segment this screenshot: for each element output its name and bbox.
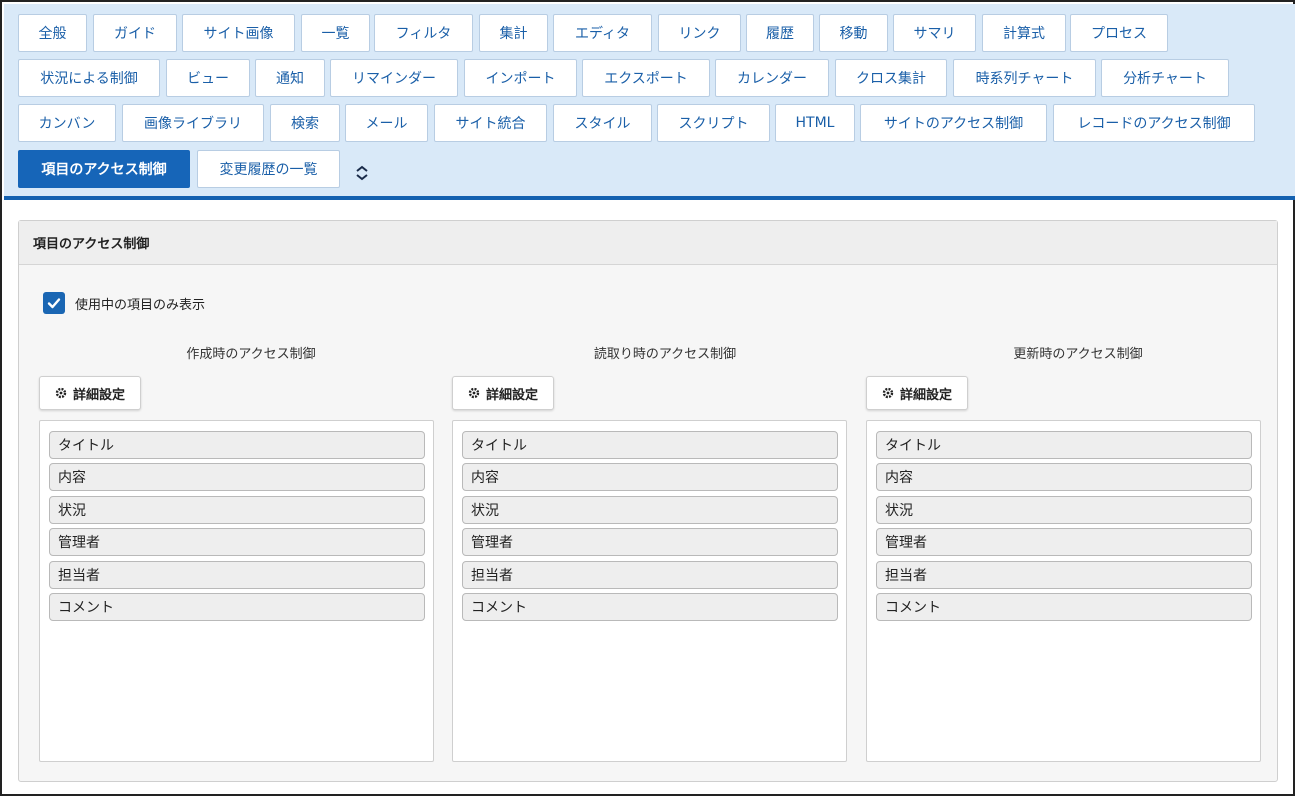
tab-analysis-chart[interactable]: 分析チャート	[1101, 59, 1229, 97]
tab-view[interactable]: ビュー	[166, 59, 250, 97]
tab-image-library[interactable]: 画像ライブラリ	[122, 104, 264, 142]
gear-icon	[55, 387, 67, 399]
list-item[interactable]: コメント	[49, 593, 425, 621]
tab-process[interactable]: プロセス	[1070, 14, 1168, 52]
tab-html[interactable]: HTML	[775, 104, 855, 142]
update-access-list: タイトル 内容 状況 管理者 担当者 コメント	[866, 420, 1261, 762]
tab-link[interactable]: リンク	[658, 14, 741, 52]
tab-record-access-control[interactable]: レコードのアクセス制御	[1053, 104, 1255, 142]
detail-settings-label: 詳細設定	[899, 387, 952, 403]
create-access-title: 作成時のアクセス制御	[186, 347, 316, 362]
list-item[interactable]: タイトル	[462, 431, 838, 459]
tab-style[interactable]: スタイル	[553, 104, 652, 142]
read-access-list: タイトル 内容 状況 管理者 担当者 コメント	[452, 420, 847, 762]
checkbox-label: 使用中の項目のみ表示	[75, 297, 206, 313]
detail-settings-label: 詳細設定	[485, 387, 538, 403]
tab-list[interactable]: 一覧	[301, 14, 370, 52]
tab-mail[interactable]: メール	[345, 104, 428, 142]
tab-reminder[interactable]: リマインダー	[330, 59, 458, 97]
list-item[interactable]: 管理者	[462, 528, 838, 556]
list-item[interactable]: 担当者	[49, 561, 425, 589]
tab-history[interactable]: 履歴	[746, 14, 814, 52]
read-detail-settings-button[interactable]: 詳細設定	[452, 376, 554, 410]
update-detail-settings-button[interactable]: 詳細設定	[866, 376, 968, 410]
list-item[interactable]: 状況	[49, 496, 425, 524]
list-item[interactable]: コメント	[876, 593, 1252, 621]
create-detail-settings-button[interactable]: 詳細設定	[39, 376, 141, 410]
check-icon[interactable]	[43, 292, 65, 314]
list-item[interactable]: 担当者	[876, 561, 1252, 589]
tab-editor[interactable]: エディタ	[553, 14, 652, 52]
list-item[interactable]: 状況	[462, 496, 838, 524]
tab-summary[interactable]: サマリ	[893, 14, 976, 52]
tab-formula[interactable]: 計算式	[982, 14, 1066, 52]
tab-aggregate[interactable]: 集計	[479, 14, 548, 52]
tab-move[interactable]: 移動	[819, 14, 888, 52]
read-access-title: 読取り時のアクセス制御	[593, 347, 737, 362]
tab-column-access-control[interactable]: 項目のアクセス制御	[18, 150, 190, 188]
tab-kanban[interactable]: カンバン	[18, 104, 116, 142]
tab-site-integration[interactable]: サイト統合	[434, 104, 547, 142]
show-used-only-checkbox[interactable]: 使用中の項目のみ表示	[43, 291, 205, 315]
tab-status-control[interactable]: 状況による制御	[18, 59, 160, 97]
tab-calendar[interactable]: カレンダー	[715, 59, 829, 97]
tab-filter[interactable]: フィルタ	[374, 14, 473, 52]
tab-general[interactable]: 全般	[18, 14, 87, 52]
tab-cross-tab[interactable]: クロス集計	[835, 59, 947, 97]
list-item[interactable]: 内容	[876, 463, 1252, 491]
list-item[interactable]: タイトル	[876, 431, 1252, 459]
column-access-control-panel: 項目のアクセス制御 使用中の項目のみ表示 作成時のアクセス制御 詳細設定 タイト…	[18, 220, 1278, 782]
list-item[interactable]: 管理者	[876, 528, 1252, 556]
tab-timeseries-chart[interactable]: 時系列チャート	[953, 59, 1096, 97]
tab-change-history-list[interactable]: 変更履歴の一覧	[197, 150, 340, 188]
tab-export[interactable]: エクスポート	[582, 59, 710, 97]
tab-guide[interactable]: ガイド	[93, 14, 177, 52]
tab-import[interactable]: インポート	[464, 59, 577, 97]
list-item[interactable]: 管理者	[49, 528, 425, 556]
panel-title: 項目のアクセス制御	[19, 221, 1277, 265]
tab-bar: 全般 ガイド サイト画像 一覧 フィルタ 集計 エディタ リンク 履歴 移動 サ…	[4, 4, 1295, 200]
update-access-title: 更新時のアクセス制御	[1013, 347, 1143, 362]
gear-icon	[468, 387, 480, 399]
tab-site-image[interactable]: サイト画像	[182, 14, 295, 52]
list-item[interactable]: タイトル	[49, 431, 425, 459]
window-frame: 全般 ガイド サイト画像 一覧 フィルタ 集計 エディタ リンク 履歴 移動 サ…	[0, 0, 1295, 796]
list-item[interactable]: 内容	[49, 463, 425, 491]
gear-icon	[882, 387, 894, 399]
tab-site-access-control[interactable]: サイトのアクセス制御	[860, 104, 1047, 142]
detail-settings-label: 詳細設定	[72, 387, 125, 403]
chevron-up-down-icon[interactable]	[352, 162, 372, 184]
tab-notification[interactable]: 通知	[255, 59, 325, 97]
list-item[interactable]: コメント	[462, 593, 838, 621]
create-access-list: タイトル 内容 状況 管理者 担当者 コメント	[39, 420, 434, 762]
list-item[interactable]: 内容	[462, 463, 838, 491]
tab-script[interactable]: スクリプト	[657, 104, 770, 142]
list-item[interactable]: 担当者	[462, 561, 838, 589]
tab-search[interactable]: 検索	[270, 104, 340, 142]
list-item[interactable]: 状況	[876, 496, 1252, 524]
